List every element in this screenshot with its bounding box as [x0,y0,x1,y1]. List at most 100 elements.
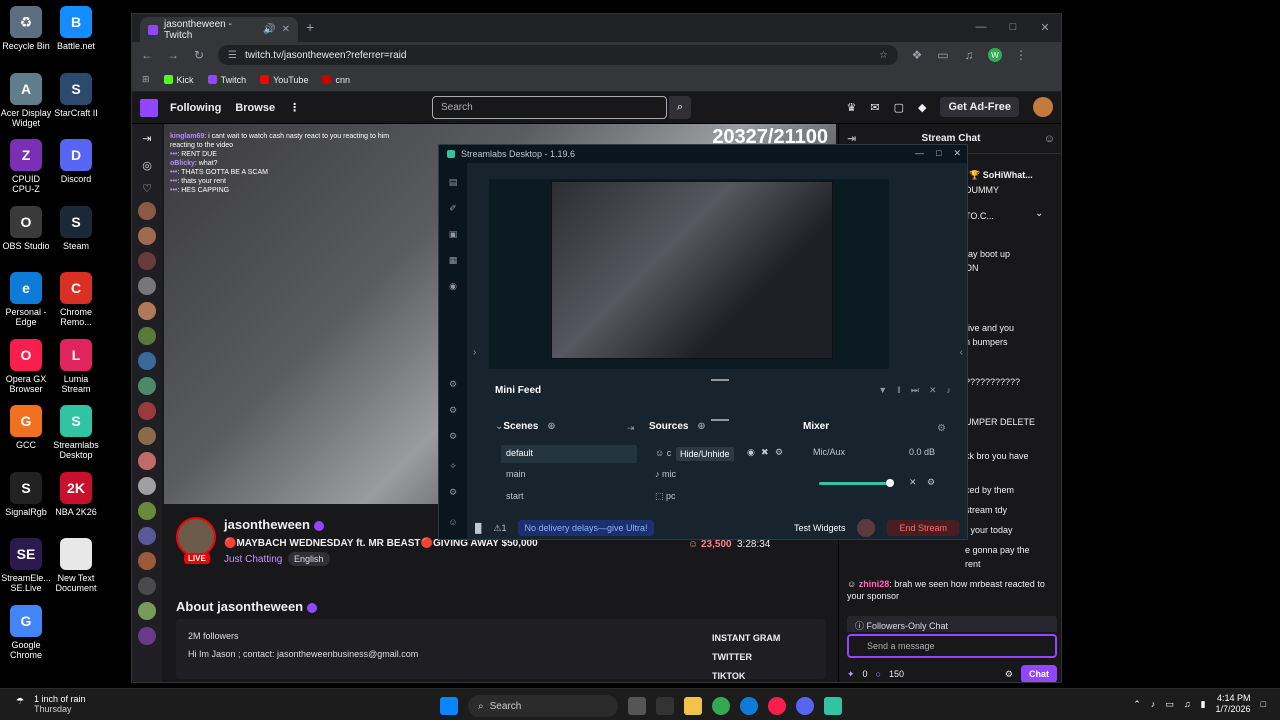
bits-icon[interactable]: ◆ [918,101,926,114]
edge-icon[interactable] [740,697,758,715]
reload-icon[interactable]: ↻ [192,48,206,62]
editor-icon[interactable]: ▤ [439,177,467,188]
discord-icon[interactable] [796,697,814,715]
bits-balance-icon[interactable]: ○ [876,669,881,679]
twitch-logo-icon[interactable] [140,98,158,117]
panel-resize-handle[interactable] [711,419,729,421]
mixer-settings-icon[interactable]: ⚙ [937,423,946,434]
ultra-upsell-banner[interactable]: No delivery delays—give Ultra! [518,520,654,536]
followed-channel-avatar[interactable] [138,502,156,520]
close-icon[interactable]: ✕ [1029,14,1061,40]
network-icon[interactable]: ▭ [1165,699,1174,710]
delete-icon[interactable]: ✖ [761,447,769,458]
weather-widget[interactable]: ☂ 1 inch of rain Thursday [16,694,86,714]
source-row[interactable]: ☺ c [655,448,671,458]
user-avatar[interactable] [1033,97,1053,117]
live-channels-icon[interactable]: ◎ [132,145,162,172]
profile-avatar[interactable]: W [988,48,1002,62]
apps-icon[interactable]: ⚙ [439,379,467,390]
profile-icon[interactable]: ☺ [439,517,467,527]
mute-alerts-icon[interactable]: ✕ [929,385,937,396]
source-settings-icon[interactable]: ⚙ [775,447,783,458]
plugins-icon[interactable]: ⚙ [439,405,467,416]
bookmark-item[interactable]: Kick [163,75,194,85]
expand-sidebar-icon[interactable]: ⇥ [132,124,162,145]
inbox-icon[interactable]: ✉ [870,101,879,114]
language-tag[interactable]: English [288,552,330,566]
desktop-icon[interactable]: A Acer Display Widget [0,72,52,128]
apps-grid-icon[interactable]: ⊞ [142,74,150,85]
volume-icon[interactable]: ♪ [947,385,952,396]
new-tab-button[interactable]: + [306,19,314,35]
close-icon[interactable]: ✕ [953,148,961,159]
desktop-icon[interactable]: e Personal - Edge [0,272,52,327]
twitch-search-input[interactable]: Search [432,96,667,119]
minimize-icon[interactable]: — [915,148,924,159]
scene-transitions-icon[interactable]: ⇥ [627,423,635,434]
social-link[interactable]: TIKTOK [712,667,780,682]
desktop-icon[interactable]: C Chrome Remo... [50,272,102,327]
desktop-icon[interactable]: B Battle.net [50,6,102,51]
terminal-icon[interactable] [656,697,674,715]
browse-link[interactable]: Browse [235,102,275,114]
scene-start[interactable]: start [506,491,524,501]
add-scene-icon[interactable]: ⊕ [547,421,555,432]
get-ad-free-button[interactable]: Get Ad-Free [940,97,1019,117]
highlight-icon[interactable]: ✧ [439,461,467,472]
notifications-icon[interactable]: □ [1261,699,1266,709]
community-icon[interactable]: ☺ [1044,133,1055,145]
desktop-icon[interactable]: S Steam [50,205,102,251]
overlays-icon[interactable]: ▦ [439,255,467,266]
back-icon[interactable]: ← [140,48,154,62]
media-icon[interactable]: ♫ [962,48,976,62]
desktop-icon[interactable]: O Opera GX Browser [0,338,52,394]
followed-channel-avatar[interactable] [138,277,156,295]
record-button[interactable] [857,519,876,537]
social-link[interactable]: TWITTER [712,648,780,667]
followed-channel-avatar[interactable] [138,227,156,245]
followed-heart-icon[interactable]: ♡ [132,172,162,195]
extensions-icon[interactable]: ❖ [910,48,924,62]
followed-channel-avatar[interactable] [138,452,156,470]
battery-icon[interactable]: ▮ [1201,699,1206,710]
category-link[interactable]: Just Chatting [224,554,282,565]
channel-points-icon[interactable]: ✦ [847,669,855,680]
whispers-icon[interactable]: ▢ [894,101,904,114]
forward-icon[interactable]: → [166,48,180,62]
followed-channel-avatar[interactable] [138,602,156,620]
end-stream-button[interactable]: End Stream [887,520,959,536]
desktop-icon[interactable]: S SignalRgb [0,471,52,517]
settings-icon[interactable]: ⚙ [439,487,467,498]
mute-mic-icon[interactable]: ✕ [909,477,917,488]
volume-tray-icon[interactable]: ♫ [1184,699,1191,709]
pause-icon[interactable]: ‖ [897,385,901,396]
browser-menu-icon[interactable]: ⋮ [1014,48,1028,62]
volume-slider[interactable] [819,479,894,487]
preview-resize-handle[interactable] [711,379,729,381]
url-field[interactable]: ☰ twitch.tv/jasontheween?referrer=raid ☆ [218,45,898,65]
chat-send-button[interactable]: Chat [1021,665,1057,682]
search-icon[interactable]: ⌕ [669,96,691,119]
followed-channel-avatar[interactable] [138,377,156,395]
collapse-left-icon[interactable]: › [473,347,476,358]
source-row[interactable]: ♪ mic [655,469,676,479]
followed-channel-avatar[interactable] [138,527,156,545]
desktop-icon[interactable]: New Text Document [50,538,102,593]
bookmark-item[interactable]: YouTube [260,75,308,85]
cast-icon[interactable]: ▭ [936,48,950,62]
site-info-icon[interactable]: ☰ [228,50,237,61]
desktop-icon[interactable]: ♻ Recycle Bin [0,6,52,51]
mixer-channel-settings-icon[interactable]: ⚙ [927,477,935,488]
followed-channel-avatar[interactable] [138,552,156,570]
themes-icon[interactable]: ✐ [439,203,467,214]
store-icon[interactable]: ▣ [439,229,467,240]
bookmark-item[interactable]: cnn [322,75,350,85]
chat-settings-icon[interactable]: ⚙ [1005,669,1013,680]
media-icon[interactable]: ◉ [439,281,467,292]
chrome-icon[interactable] [712,697,730,715]
opera-gx-icon[interactable] [768,697,786,715]
skip-icon[interactable]: ⏭ [911,385,919,396]
pinned-user[interactable]: 🏆 SoHiWhat... [969,170,1033,181]
bookmark-item[interactable]: Twitch [207,75,246,85]
windows-start-icon[interactable] [440,697,458,715]
